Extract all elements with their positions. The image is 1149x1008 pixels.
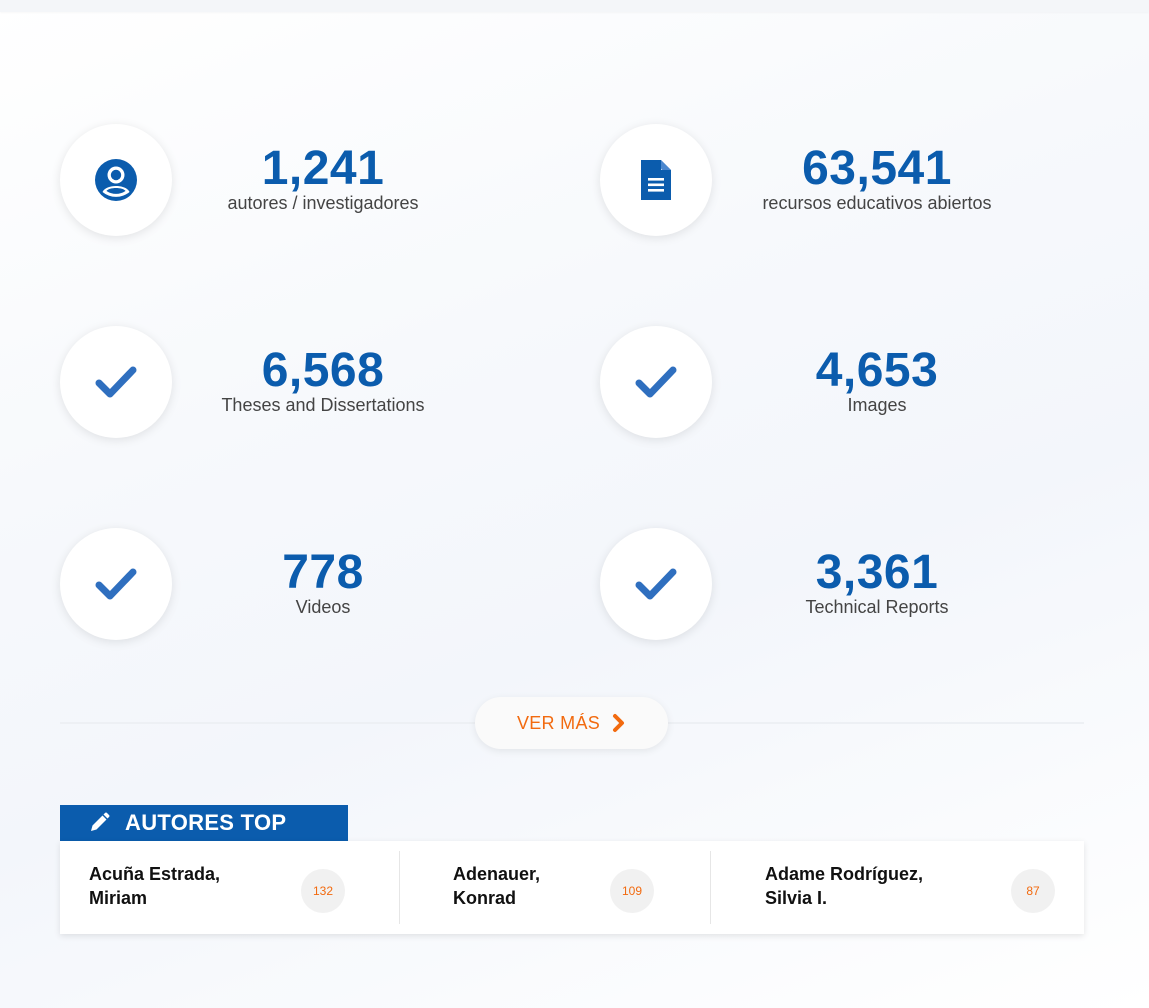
stat-theses: 6,568 Theses and Dissertations <box>60 326 560 438</box>
stat-number: 6,568 <box>261 344 385 397</box>
stat-icon-circle <box>60 528 172 640</box>
stat-text: 778 Videos <box>173 546 473 618</box>
stat-text: 1,241 autores / investigadores <box>173 142 473 214</box>
autores-top-title: AUTORES TOP <box>125 810 287 835</box>
document-icon <box>641 160 671 200</box>
author-item[interactable]: Acuña Estrada, Miriam 132 <box>60 841 399 934</box>
user-circle-icon <box>95 159 137 201</box>
author-count-badge: 87 <box>1011 869 1055 913</box>
stat-technical-reports: 3,361 Technical Reports <box>600 528 1100 640</box>
autores-top-header: AUTORES TOP <box>60 805 348 841</box>
chevron-right-icon <box>612 713 626 733</box>
checkmark-icon <box>635 568 677 600</box>
stat-number: 778 <box>282 546 364 599</box>
stat-label: Theses and Dissertations <box>221 395 425 415</box>
stat-icon-circle <box>60 326 172 438</box>
stat-number: 63,541 <box>802 142 952 195</box>
author-name[interactable]: Adenauer, Konrad <box>453 862 573 910</box>
top-band <box>0 0 1149 12</box>
author-count-badge: 132 <box>301 869 345 913</box>
stat-label: autores / investigadores <box>227 193 419 213</box>
stat-text: 63,541 recursos educativos abiertos <box>727 142 1027 214</box>
stat-text: 4,653 Images <box>727 344 1027 416</box>
stat-icon-circle <box>600 528 712 640</box>
page: 1,241 autores / investigadores 63,541 re… <box>0 0 1149 1008</box>
author-item[interactable]: Adame Rodríguez, Silvia I. 87 <box>711 841 1084 934</box>
stat-icon-circle <box>60 124 172 236</box>
stat-label: Technical Reports <box>805 597 949 617</box>
ver-mas-button[interactable]: VER MÁS <box>475 697 668 749</box>
stat-number: 4,653 <box>815 344 939 397</box>
autores-top-list: Acuña Estrada, Miriam 132 Adenauer, Konr… <box>60 841 1084 934</box>
stat-videos: 778 Videos <box>60 528 560 640</box>
stat-label: Images <box>847 395 907 415</box>
author-item[interactable]: Adenauer, Konrad 109 <box>400 841 710 934</box>
stat-recursos: 63,541 recursos educativos abiertos <box>600 124 1100 236</box>
checkmark-icon <box>95 568 137 600</box>
checkmark-icon <box>635 366 677 398</box>
stat-text: 3,361 Technical Reports <box>727 546 1027 618</box>
stat-number: 3,361 <box>815 546 939 599</box>
pencil-icon <box>88 812 110 834</box>
stat-autores: 1,241 autores / investigadores <box>60 124 560 236</box>
stat-text: 6,568 Theses and Dissertations <box>173 344 473 416</box>
stat-icon-circle <box>600 124 712 236</box>
stat-label: Videos <box>295 597 351 617</box>
stat-number: 1,241 <box>261 142 385 195</box>
author-count-badge: 109 <box>610 869 654 913</box>
author-name[interactable]: Adame Rodríguez, Silvia I. <box>765 862 965 910</box>
ver-mas-label: VER MÁS <box>516 712 601 733</box>
author-name[interactable]: Acuña Estrada, Miriam <box>89 862 279 910</box>
checkmark-icon <box>95 366 137 398</box>
stat-images: 4,653 Images <box>600 326 1100 438</box>
stat-label: recursos educativos abiertos <box>762 193 992 213</box>
stat-icon-circle <box>600 326 712 438</box>
